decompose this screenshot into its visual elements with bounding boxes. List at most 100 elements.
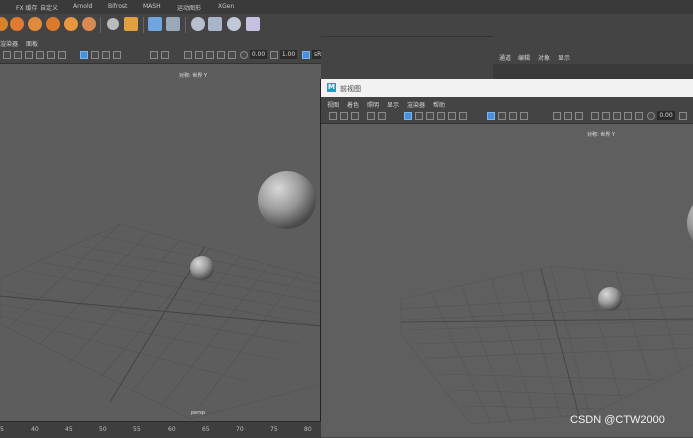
channel-box-tab-display[interactable]: 显示	[558, 53, 570, 62]
channel-box-tab-object[interactable]: 对象	[538, 53, 550, 62]
toolbar-icon[interactable]	[91, 51, 99, 59]
timeline-bar[interactable]: 5 40 45 50 55 60 65 70 75 80	[0, 421, 321, 438]
shelf-tool-icon[interactable]	[28, 17, 42, 31]
shelf-tab-bar: FX 缓存 自定义 Arnold Bifrost MASH 运动图形 XGen	[0, 0, 693, 15]
exposure-field[interactable]: 0.00	[657, 111, 675, 120]
toolbar-icon[interactable]	[635, 112, 643, 120]
shelf-tool-icon[interactable]	[64, 17, 78, 31]
timeline-tick: 60	[168, 426, 176, 433]
shelf-tab-bifrost[interactable]: Bifrost	[108, 3, 127, 10]
toolbar-icon[interactable]	[150, 51, 158, 59]
gamma-icon[interactable]	[270, 51, 278, 59]
shelf-tool-icon[interactable]	[124, 17, 138, 31]
shelf-tool-icon[interactable]	[148, 17, 162, 31]
toolbar-icon[interactable]	[102, 51, 110, 59]
timeline-tick: 75	[270, 426, 278, 433]
toolbar-icon[interactable]	[602, 112, 610, 120]
shelf-tab-motion-graphics[interactable]: 运动图形	[177, 3, 201, 12]
toolbar-icon[interactable]	[575, 112, 583, 120]
toolbar-icon[interactable]	[113, 51, 121, 59]
toolbar-icon[interactable]	[613, 112, 621, 120]
toolbar-icon[interactable]	[509, 112, 517, 120]
toolbar-icon[interactable]	[161, 51, 169, 59]
toolbar-icon[interactable]	[426, 112, 434, 120]
sun-icon[interactable]	[107, 18, 119, 30]
toolbar-icon[interactable]	[367, 112, 375, 120]
timeline-tick: 70	[236, 426, 244, 433]
toolbar-icon[interactable]	[553, 112, 561, 120]
toolbar-icon[interactable]	[351, 112, 359, 120]
toolbar-icon[interactable]	[217, 51, 225, 59]
wireframe-shaded-icon[interactable]	[80, 51, 88, 59]
shelf-tab-mash[interactable]: MASH	[143, 3, 161, 10]
exposure-icon[interactable]	[240, 51, 248, 59]
shelf-tool-icon[interactable]	[191, 17, 205, 31]
toolbar-icon[interactable]	[58, 51, 66, 59]
gamma-icon[interactable]	[679, 112, 687, 120]
front-viewport-scene[interactable]	[321, 124, 693, 437]
toolbar-icon[interactable]	[228, 51, 236, 59]
toolbar-icon[interactable]	[415, 112, 423, 120]
persp-viewport-scene[interactable]	[0, 64, 321, 437]
channel-box-tab-channels[interactable]: 通道	[499, 53, 511, 62]
wireframe-shaded-icon[interactable]	[487, 112, 495, 120]
menu-view[interactable]: 视图	[327, 100, 339, 109]
toolbar-icon[interactable]	[564, 112, 572, 120]
large-sphere[interactable]	[258, 171, 316, 229]
shelf-tool-icon[interactable]	[227, 17, 241, 31]
timeline-tick: 65	[202, 426, 210, 433]
shelf-tab-fx-cache[interactable]: FX 缓存	[16, 3, 37, 12]
timeline-tick: 45	[65, 426, 73, 433]
toolbar-icon[interactable]	[36, 51, 44, 59]
toolbar-icon[interactable]	[498, 112, 506, 120]
shelf-tab-arnold[interactable]: Arnold	[73, 3, 92, 10]
shelf-tab-xgen[interactable]: XGen	[218, 3, 234, 10]
toolbar-icon[interactable]	[195, 51, 203, 59]
camera-icon[interactable]	[3, 51, 11, 59]
camera-icon[interactable]	[329, 112, 337, 120]
shelf-tool-icon[interactable]	[0, 17, 8, 31]
toolbar-icon[interactable]	[25, 51, 33, 59]
toolbar-icon[interactable]	[378, 112, 386, 120]
shelf-divider	[143, 17, 144, 33]
shelf-tool-icon[interactable]	[82, 17, 96, 31]
toolbar-icon[interactable]	[437, 112, 445, 120]
shelf-tool-icon[interactable]	[10, 17, 24, 31]
viewport-grid	[400, 265, 693, 425]
shelf-tool-icon[interactable]	[208, 17, 222, 31]
exposure-field[interactable]: 0.00	[250, 50, 267, 59]
small-sphere[interactable]	[190, 256, 214, 280]
small-sphere[interactable]	[598, 287, 622, 311]
shelf-tool-icon[interactable]	[246, 17, 260, 31]
toolbar-icon[interactable]	[624, 112, 632, 120]
gamma-field[interactable]: 1.00	[280, 50, 297, 59]
color-management-icon[interactable]	[302, 51, 310, 59]
window-title-bar[interactable]: M 前视图	[321, 79, 693, 97]
shelf-tab-custom[interactable]: 自定义	[40, 3, 58, 12]
front-view-menu-bar: 视图 着色 照明 显示 渲染器 帮助	[321, 97, 693, 109]
exposure-icon[interactable]	[647, 112, 655, 120]
panel-menu-bar: 渲染器 面板	[0, 36, 321, 48]
menu-help[interactable]: 帮助	[433, 100, 445, 109]
toolbar-icon[interactable]	[340, 112, 348, 120]
menu-lighting[interactable]: 照明	[367, 100, 379, 109]
channel-box-tab-edit[interactable]: 编辑	[518, 53, 530, 62]
color-space-dropdown[interactable]: sRGB gamma	[312, 50, 321, 59]
large-sphere[interactable]	[687, 193, 693, 253]
toolbar-icon[interactable]	[404, 112, 412, 120]
toolbar-icon[interactable]	[47, 51, 55, 59]
menu-renderer[interactable]: 渲染器	[0, 39, 18, 48]
menu-shading[interactable]: 着色	[347, 100, 359, 109]
toolbar-icon[interactable]	[184, 51, 192, 59]
toolbar-icon[interactable]	[591, 112, 599, 120]
toolbar-icon[interactable]	[459, 112, 467, 120]
shelf-tool-icon[interactable]	[46, 17, 60, 31]
menu-show[interactable]: 显示	[387, 100, 399, 109]
toolbar-icon[interactable]	[206, 51, 214, 59]
toolbar-icon[interactable]	[520, 112, 528, 120]
menu-renderer[interactable]: 渲染器	[407, 100, 425, 109]
toolbar-icon[interactable]	[448, 112, 456, 120]
shelf-tool-icon[interactable]	[166, 17, 180, 31]
toolbar-icon[interactable]	[14, 51, 22, 59]
menu-panels[interactable]: 面板	[26, 39, 38, 48]
